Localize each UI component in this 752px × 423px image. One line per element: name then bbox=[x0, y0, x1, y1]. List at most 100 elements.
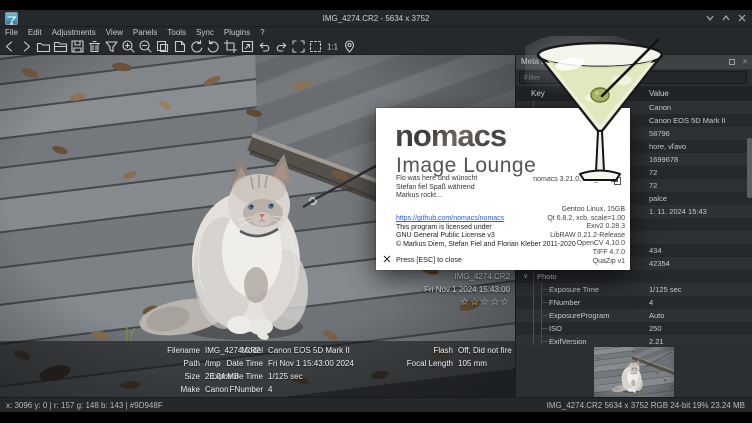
file-info-label: Path bbox=[0, 357, 200, 370]
menu-item-adjustments[interactable]: Adjustments bbox=[47, 27, 101, 38]
zoom-out-icon[interactable] bbox=[138, 39, 153, 54]
file-rating-overlay: IMG_4274.CR2 Fri Nov 1 2024 15:43:00 ☆☆☆… bbox=[424, 270, 510, 309]
file-info-value: 105 mm bbox=[458, 359, 487, 368]
system-info-line: TIFF 4.7.0 bbox=[547, 249, 625, 258]
license-block: https://github.com/nomacs/nomacsThis pro… bbox=[396, 215, 576, 249]
dialog-close-icon[interactable] bbox=[383, 255, 391, 265]
tree-branch-tick bbox=[541, 328, 548, 329]
file-info-row: Exposure Time 1/125 sec bbox=[205, 370, 354, 383]
maximize-button[interactable] bbox=[721, 13, 731, 23]
file-info-label: Size bbox=[0, 370, 200, 383]
save-icon[interactable] bbox=[70, 39, 85, 54]
file-info-column: FlashOff, Did not fireFocal Length105 mm bbox=[330, 344, 512, 370]
system-info-line: Gentoo Linux, 15GB bbox=[547, 206, 625, 215]
metadata-value: 2.21 bbox=[649, 335, 664, 345]
file-info-label: FNumber bbox=[205, 383, 263, 396]
close-hint-text: Press [ESC] to close bbox=[396, 255, 462, 264]
metadata-scrollbar-thumb[interactable] bbox=[747, 138, 752, 198]
window-title: IMG_4274.CR2 - 5634 x 3752 bbox=[0, 10, 752, 27]
chevron-down-icon bbox=[705, 13, 715, 23]
rotate-cw-icon[interactable] bbox=[206, 39, 221, 54]
file-info-value: 4 bbox=[268, 385, 272, 394]
section-label: Photo bbox=[537, 270, 557, 283]
rotate-ccw-icon[interactable] bbox=[189, 39, 204, 54]
overview-thumbnail-panel bbox=[516, 345, 752, 397]
menu-item-plugins[interactable]: Plugins bbox=[219, 27, 255, 38]
metadata-key: FNumber bbox=[549, 296, 580, 309]
menu-item-tools[interactable]: Tools bbox=[162, 27, 191, 38]
open-file-icon[interactable] bbox=[36, 39, 51, 54]
metadata-value: 42354 bbox=[649, 257, 670, 270]
undo-icon[interactable] bbox=[257, 39, 272, 54]
frameless-icon[interactable] bbox=[308, 39, 323, 54]
menu-item-panels[interactable]: Panels bbox=[128, 27, 162, 38]
license-line: © Markus Diem, Stefan Fiel and Florian K… bbox=[396, 241, 576, 250]
close-icon bbox=[737, 13, 747, 23]
file-info-label: Filename bbox=[0, 344, 200, 357]
file-info-row: Focal Length 105 mm bbox=[330, 357, 512, 370]
file-info-value: 1/125 sec bbox=[268, 372, 303, 381]
metadata-row[interactable]: ExifVersion 2.21 bbox=[516, 335, 752, 345]
statusbar: x: 3096 y: 0 | r: 157 g: 148 b: 143 | #9… bbox=[0, 397, 752, 412]
filter-icon[interactable] bbox=[104, 39, 119, 54]
tree-branch-tick bbox=[541, 315, 548, 316]
trash-icon[interactable] bbox=[87, 39, 102, 54]
metadata-value: 1. 11. 2024 15:43 bbox=[649, 205, 707, 218]
metadata-value: 250 bbox=[649, 322, 662, 335]
svg-text:1:1: 1:1 bbox=[327, 42, 339, 51]
tree-branch-tick bbox=[541, 341, 548, 342]
redo-icon[interactable] bbox=[274, 39, 289, 54]
actual-size-icon[interactable]: 1:1 bbox=[325, 39, 340, 54]
next-icon[interactable] bbox=[19, 39, 34, 54]
file-info-row: FNumber 4 bbox=[205, 383, 354, 396]
paste-icon[interactable] bbox=[172, 39, 187, 54]
resize-icon[interactable] bbox=[240, 39, 255, 54]
panel-float-button[interactable] bbox=[729, 59, 735, 65]
metadata-value: Auto bbox=[649, 309, 664, 322]
panel-close-button[interactable]: × bbox=[741, 58, 749, 66]
metadata-section-row[interactable]: ∨ Photo bbox=[516, 270, 752, 283]
previous-icon[interactable] bbox=[2, 39, 17, 54]
metadata-value: palce bbox=[649, 192, 667, 205]
minimize-button[interactable] bbox=[705, 13, 715, 23]
desktop: IMG_4274.CR2 - 5634 x 3752 FileEditAdjus… bbox=[0, 0, 752, 423]
greeting-line: Flo was here und wünscht bbox=[396, 175, 477, 184]
overview-thumbnail bbox=[594, 347, 674, 397]
metadata-row[interactable]: ExposureProgramAuto bbox=[516, 309, 752, 322]
greeting-line: Markus rockt... bbox=[396, 192, 477, 201]
section-collapse-chevron-icon[interactable]: ∨ bbox=[523, 270, 528, 283]
overlay-datetime: Fri Nov 1 2024 15:43:00 bbox=[424, 283, 510, 296]
metadata-row[interactable]: ISO250 bbox=[516, 322, 752, 335]
rating-stars[interactable]: ☆☆☆☆☆ bbox=[424, 296, 510, 309]
titlebar[interactable]: IMG_4274.CR2 - 5634 x 3752 bbox=[0, 10, 752, 27]
metadata-row[interactable]: Exposure Time1/125 sec bbox=[516, 283, 752, 296]
menu-item-edit[interactable]: Edit bbox=[23, 27, 47, 38]
file-info-label: Make bbox=[0, 383, 200, 396]
metadata-row[interactable]: FNumber4 bbox=[516, 296, 752, 309]
crop-icon[interactable] bbox=[223, 39, 238, 54]
status-pixel-info: x: 3096 y: 0 | r: 157 g: 148 b: 143 | #9… bbox=[6, 398, 163, 413]
greeting-text: Flo was here und wünschtStefan fiel Spaß… bbox=[396, 175, 477, 201]
system-info-line: QuaZip v1 bbox=[547, 258, 625, 267]
file-info-label: Exposure Time bbox=[205, 370, 263, 383]
open-folder-icon[interactable] bbox=[53, 39, 68, 54]
tree-branch-tick bbox=[541, 289, 548, 290]
license-line: GNU General Public License v3 bbox=[396, 232, 576, 241]
menu-item-help[interactable]: ? bbox=[255, 27, 269, 38]
fullscreen-icon[interactable] bbox=[291, 39, 306, 54]
file-info-label: Model bbox=[205, 344, 263, 357]
close-button[interactable] bbox=[737, 13, 747, 23]
metadata-key: ExifVersion bbox=[549, 335, 587, 345]
greeting-line: Stefan fiel Spaß während bbox=[396, 184, 477, 193]
github-link[interactable]: https://github.com/nomacs/nomacs bbox=[396, 215, 576, 224]
file-info-label: Focal Length bbox=[330, 357, 453, 370]
map-pin-icon[interactable] bbox=[342, 39, 357, 54]
nomacs-logo: nomacs bbox=[395, 118, 506, 154]
copy-icon[interactable] bbox=[155, 39, 170, 54]
martini-glass-graphic bbox=[525, 36, 675, 186]
metadata-value: 1/125 sec bbox=[649, 283, 682, 296]
menu-item-view[interactable]: View bbox=[101, 27, 128, 38]
zoom-in-icon[interactable] bbox=[121, 39, 136, 54]
menu-item-sync[interactable]: Sync bbox=[191, 27, 219, 38]
menu-item-file[interactable]: File bbox=[0, 27, 23, 38]
